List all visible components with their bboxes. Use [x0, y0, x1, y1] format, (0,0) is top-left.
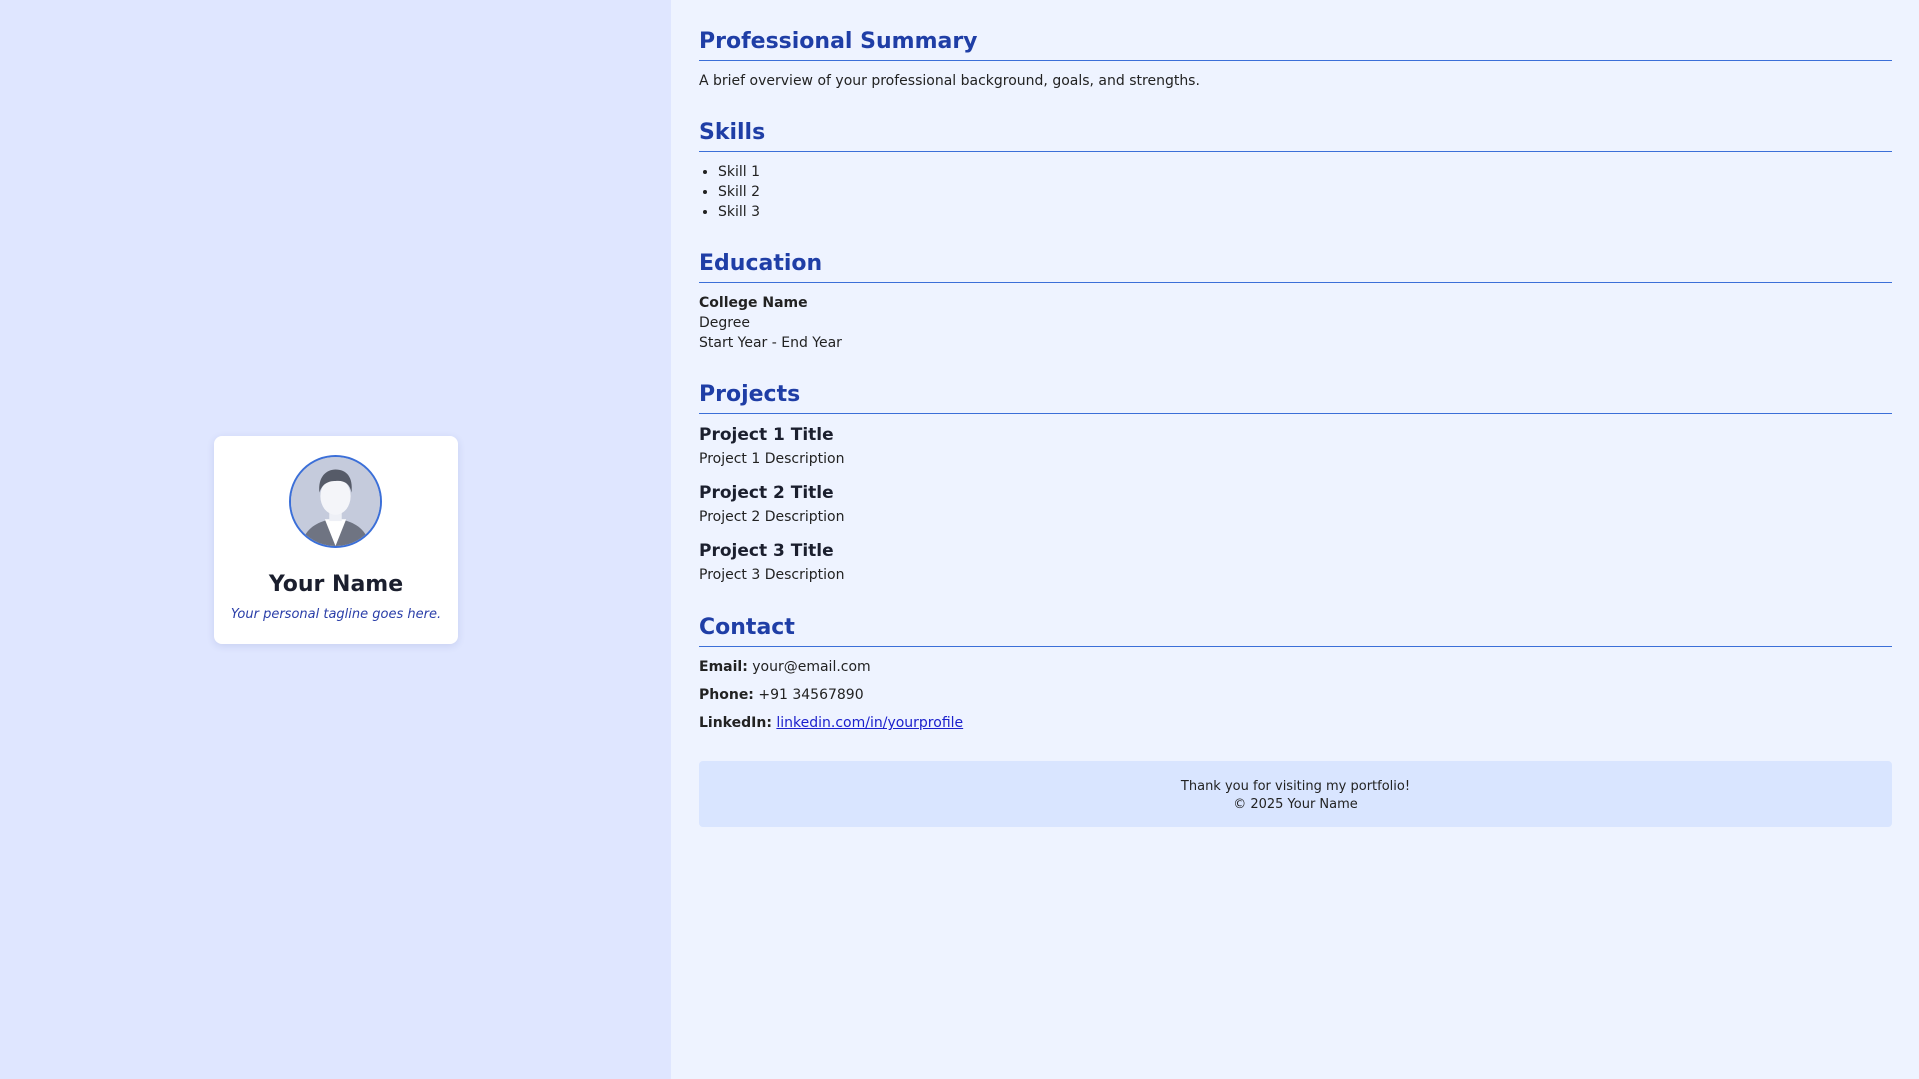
skill-item: Skill 1	[718, 162, 1892, 182]
skills-section: Skills Skill 1 Skill 2 Skill 3	[699, 119, 1892, 222]
college-name: College Name	[699, 295, 808, 311]
summary-text: A brief overview of your professional ba…	[699, 73, 1200, 89]
project-description: Project 1 Description	[699, 451, 845, 467]
project-item: Project 1 Title Project 1 Description	[699, 424, 1892, 470]
footer-thanks: Thank you for visiting my portfolio!	[1180, 779, 1411, 794]
education-entry: College Name Degree Start Year - End Yea…	[699, 293, 1892, 353]
skills-heading: Skills	[699, 119, 1892, 152]
project-item: Project 2 Title Project 2 Description	[699, 482, 1892, 528]
education-years: Start Year - End Year	[699, 335, 842, 351]
skill-item: Skill 3	[718, 202, 1892, 222]
phone-label: Phone:	[699, 687, 754, 703]
summary-heading: Professional Summary	[699, 28, 1892, 61]
profile-card: Your Name Your personal tagline goes her…	[214, 436, 458, 644]
project-title: Project 3 Title	[699, 541, 834, 561]
email-value: your@email.com	[752, 659, 871, 675]
projects-list: Project 1 Title Project 1 Description Pr…	[699, 424, 1892, 586]
project-description: Project 3 Description	[699, 567, 845, 583]
linkedin-link[interactable]: linkedin.com/in/yourprofile	[776, 715, 963, 731]
skills-list: Skill 1 Skill 2 Skill 3	[699, 162, 1892, 222]
avatar	[289, 455, 382, 548]
profile-name: Your Name	[268, 572, 404, 597]
contact-section: Contact Email: your@email.com Phone: +91…	[699, 614, 1892, 733]
project-description: Project 2 Description	[699, 509, 845, 525]
sidebar: Your Name Your personal tagline goes her…	[0, 0, 671, 1079]
degree: Degree	[699, 315, 750, 331]
education-heading: Education	[699, 250, 1892, 283]
summary-section: Professional Summary A brief overview of…	[699, 28, 1892, 91]
email-label: Email:	[699, 659, 748, 675]
footer-copyright: © 2025 Your Name	[1233, 797, 1358, 812]
contact-linkedin: LinkedIn: linkedin.com/in/yourprofile	[699, 713, 1892, 733]
avatar-placeholder-icon	[291, 457, 380, 546]
phone-value: +91 34567890	[758, 687, 864, 703]
linkedin-label: LinkedIn:	[699, 715, 772, 731]
contact-heading: Contact	[699, 614, 1892, 647]
footer: Thank you for visiting my portfolio! © 2…	[699, 761, 1892, 827]
project-title: Project 1 Title	[699, 425, 834, 445]
profile-tagline: Your personal tagline goes here.	[230, 607, 442, 622]
projects-heading: Projects	[699, 381, 1892, 414]
project-title: Project 2 Title	[699, 483, 834, 503]
education-section: Education College Name Degree Start Year…	[699, 250, 1892, 353]
contact-list: Email: your@email.com Phone: +91 3456789…	[699, 657, 1892, 733]
contact-email: Email: your@email.com	[699, 657, 1892, 677]
portfolio-page: Your Name Your personal tagline goes her…	[0, 0, 1919, 1079]
contact-phone: Phone: +91 34567890	[699, 685, 1892, 705]
skill-item: Skill 2	[718, 182, 1892, 202]
project-item: Project 3 Title Project 3 Description	[699, 540, 1892, 586]
main-content: Professional Summary A brief overview of…	[671, 0, 1919, 1079]
projects-section: Projects Project 1 Title Project 1 Descr…	[699, 381, 1892, 586]
